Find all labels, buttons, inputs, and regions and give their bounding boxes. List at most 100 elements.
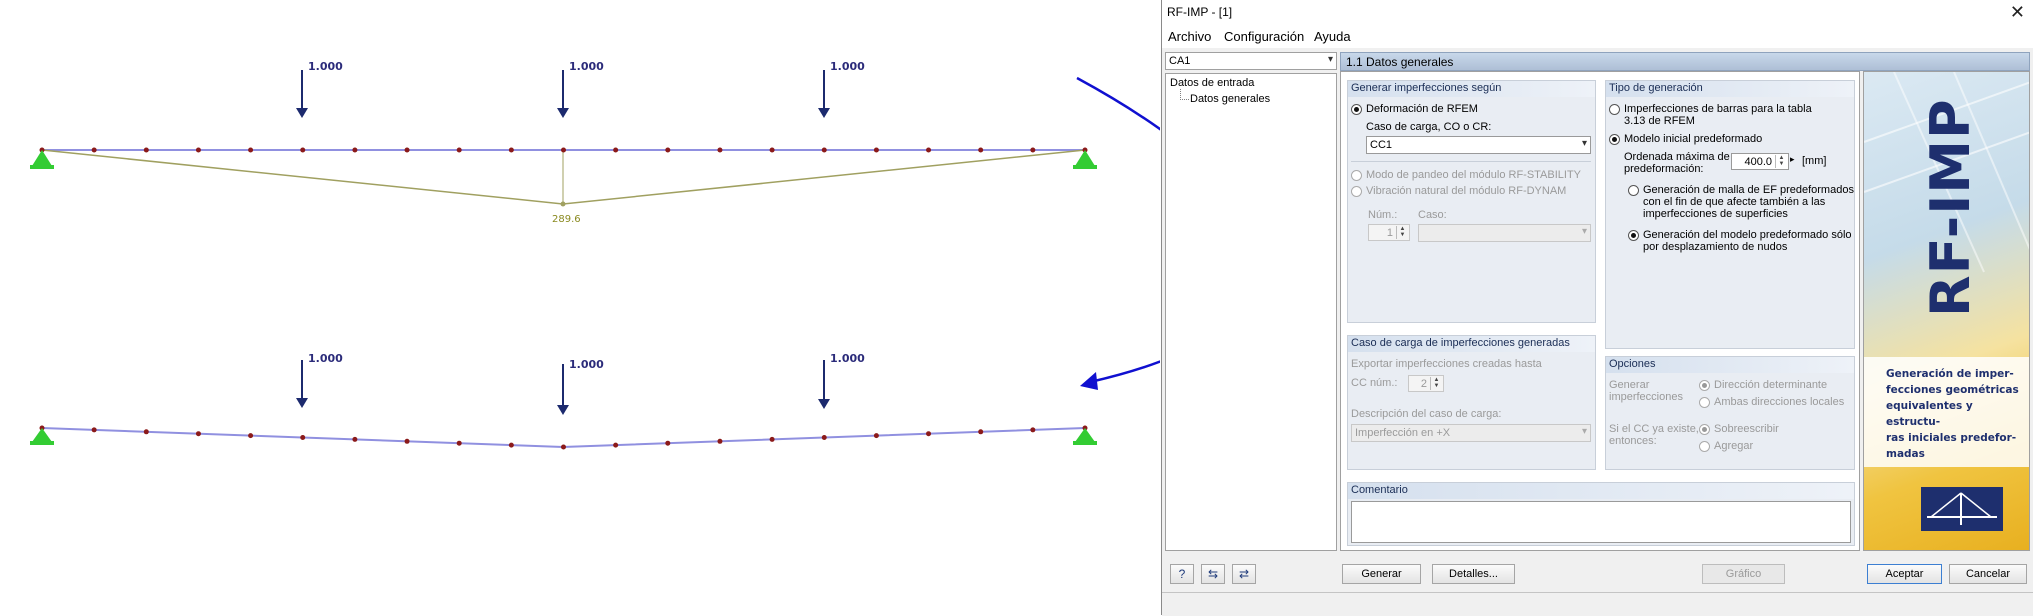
rf-imp-window: RF-IMP - [1] ✕ Archivo Configuración Ayu…	[1161, 0, 2033, 616]
chevron-down-icon: ▾	[1327, 54, 1333, 65]
descripcion-select[interactable]: Imperfección en +X ▾	[1351, 424, 1591, 442]
label-vibracion-natural: Vibración natural del módulo RF-DYNAM	[1366, 185, 1567, 197]
group-caso-carga-imperfecciones: Caso de carga de imperfecciones generada…	[1347, 335, 1596, 470]
help-button[interactable]: ?	[1170, 564, 1194, 584]
radio-agregar[interactable]	[1699, 441, 1710, 452]
top-support-right	[1073, 150, 1097, 169]
aceptar-button[interactable]: Aceptar	[1867, 564, 1942, 584]
top-beam-node	[769, 147, 775, 153]
group-opciones: Opciones Generar imperfecciones Direcció…	[1605, 356, 1855, 470]
group-title: Generar imperfecciones según	[1351, 82, 1502, 94]
banner-product-name: RF-IMP	[1919, 98, 1982, 317]
tree-item-datos-de-entrada[interactable]: Datos de entrada	[1170, 77, 1254, 89]
bottom-load-2: 1.000	[557, 358, 604, 415]
bottom-support-right	[1073, 428, 1097, 445]
radio-imperfecciones-barras[interactable]	[1609, 104, 1620, 115]
radio-ambas-direcciones[interactable]	[1699, 397, 1710, 408]
top-beam-node	[821, 147, 827, 153]
bottom-beam-line	[41, 427, 1086, 449]
menu-configuracion[interactable]: Configuración	[1224, 29, 1304, 44]
label-direccion-determinante: Dirección determinante	[1714, 379, 1828, 391]
label-ordenada-1: Ordenada máxima de	[1624, 151, 1730, 163]
top-beam-node	[195, 147, 201, 153]
import-icon[interactable]: ⇆	[1201, 564, 1225, 584]
radio-modo-pandeo[interactable]	[1351, 170, 1362, 181]
bottom-load-3: 1.000	[818, 352, 865, 409]
bottom-beam-node	[195, 431, 201, 437]
top-beam-nodes	[39, 147, 1088, 153]
close-button[interactable]: ✕	[2010, 2, 2025, 22]
ordenada-unit: [mm]	[1802, 155, 1827, 167]
case-select[interactable]: CA1 ▾	[1165, 52, 1337, 70]
grafico-button[interactable]: Gráfico	[1702, 564, 1785, 584]
radio-malla-ef[interactable]	[1628, 185, 1639, 196]
generar-button[interactable]: Generar	[1342, 564, 1421, 584]
tree-connector	[1180, 89, 1189, 100]
tree-item-datos-generales[interactable]: Datos generales	[1190, 93, 1270, 105]
label-desplazamiento-nudos-1: Generación del modelo predeformado sólo	[1643, 229, 1852, 241]
top-beam-node	[456, 147, 462, 153]
label-ordenada-2: predeformación:	[1624, 163, 1704, 175]
label-modo-pandeo: Modo de pandeo del módulo RF-STABILITY	[1366, 169, 1582, 181]
ordenada-value: 400.0	[1744, 156, 1772, 168]
group-title: Comentario	[1351, 484, 1408, 496]
group-title: Tipo de generación	[1609, 82, 1703, 94]
label-caso: Caso:	[1418, 209, 1447, 221]
bottom-support-left	[30, 428, 54, 445]
detalles-button[interactable]: Detalles...	[1432, 564, 1515, 584]
top-beam-node	[613, 147, 619, 153]
num-stepper[interactable]: 1 ▲ ▼	[1368, 224, 1410, 241]
chevron-down-icon: ▾	[1581, 226, 1587, 237]
ordenada-stepper[interactable]: 400.0 ▲ ▼	[1731, 153, 1789, 170]
title-bar: RF-IMP - [1] ✕	[1162, 0, 2033, 26]
label-descripcion: Descripción del caso de carga:	[1351, 408, 1502, 420]
case-select-value: CA1	[1169, 55, 1191, 67]
window-title: RF-IMP - [1]	[1167, 5, 1233, 19]
button-bar: ? ⇆ ⇄ Generar Detalles... Gráfico Acepta…	[1162, 556, 2033, 592]
label-imperfecciones-barras-1: Imperfecciones de barras para la tabla	[1624, 103, 1812, 115]
caso-de-carga-value: CC1	[1370, 139, 1393, 151]
cancelar-button[interactable]: Cancelar	[1949, 564, 2027, 584]
radio-desplazamiento-nudos[interactable]	[1628, 230, 1639, 241]
radio-sobreescribir[interactable]	[1699, 424, 1710, 435]
menu-archivo[interactable]: Archivo	[1168, 29, 1211, 44]
top-beam-node	[978, 147, 984, 153]
product-banner: RF-IMP Generación de imper- fecciones ge…	[1863, 71, 2030, 551]
num-value: 1	[1386, 227, 1393, 239]
label-si-cc-existe-1: Si el CC ya existe,	[1609, 423, 1699, 435]
export-icon[interactable]: ⇄	[1232, 564, 1256, 584]
radio-modelo-predeformado[interactable]	[1609, 134, 1620, 145]
top-load-3: 1.000	[818, 60, 865, 118]
transition-arrow	[1076, 76, 1160, 384]
ordenada-arrow-icon[interactable]: ▸	[1790, 154, 1795, 165]
bottom-load-1-label: 1.000	[308, 352, 343, 365]
radio-deformacion-rfem[interactable]	[1351, 104, 1362, 115]
radio-vibracion-natural[interactable]	[1351, 186, 1362, 197]
top-load-1-label: 1.000	[308, 60, 343, 73]
cc-num-stepper[interactable]: 2 ▲ ▼	[1408, 375, 1444, 392]
banner-line: fecciones geométricas	[1886, 384, 2019, 396]
label-malla-ef-3: imperfecciones de superficies	[1643, 208, 1788, 220]
stepper-arrows-icon: ▲ ▼	[1775, 155, 1787, 168]
top-beam-node	[873, 147, 879, 153]
group-title: Caso de carga de imperfecciones generada…	[1351, 337, 1570, 349]
structure-drawing: 289.6 1.000 1.000 1.000 1.000 1.000 1.00…	[30, 60, 1160, 450]
top-beam-node	[248, 147, 254, 153]
bottom-beam-node	[508, 442, 514, 448]
radio-direccion-determinante[interactable]	[1699, 380, 1710, 391]
banner-line: ras iniciales predefor-	[1886, 432, 2017, 444]
bottom-beam-node	[143, 429, 149, 435]
label-exportar: Exportar imperfecciones creadas hasta	[1351, 358, 1542, 370]
divider	[1351, 161, 1591, 162]
deflection-point	[560, 201, 566, 207]
bottom-beam-node	[613, 442, 619, 448]
bottom-beam-node	[769, 436, 775, 442]
caso-de-carga-select[interactable]: CC1 ▾	[1366, 136, 1591, 154]
caso-select[interactable]: ▾	[1418, 224, 1591, 242]
status-bar	[1162, 592, 2033, 616]
label-generar-imperfecciones-1: Generar	[1609, 379, 1650, 391]
menu-ayuda[interactable]: Ayuda	[1314, 29, 1351, 44]
top-support-left	[30, 150, 54, 169]
comentario-input[interactable]	[1351, 501, 1851, 543]
banner-line: madas	[1886, 448, 1925, 460]
